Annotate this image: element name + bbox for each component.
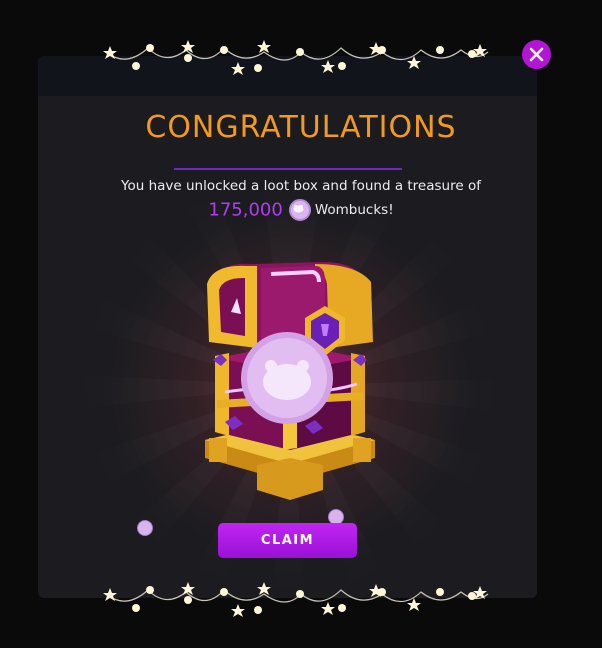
reward-amount-line: 175,000 Wombucks! bbox=[0, 199, 602, 221]
congratulations-title: CONGRATULATIONS bbox=[145, 110, 457, 145]
title-divider bbox=[174, 168, 402, 170]
close-button[interactable] bbox=[522, 40, 551, 69]
string-lights-top bbox=[103, 40, 489, 75]
floating-coin-icon bbox=[137, 520, 153, 536]
string-lights-bottom bbox=[103, 582, 489, 617]
close-icon bbox=[529, 47, 544, 62]
game-screen: CONGRATULATIONS You have unlocked a loot… bbox=[0, 0, 602, 648]
claim-button[interactable]: CLAIM bbox=[218, 523, 357, 558]
reward-amount: 175,000 bbox=[208, 199, 283, 221]
reward-message: You have unlocked a loot box and found a… bbox=[121, 178, 481, 194]
treasure-chest-icon bbox=[205, 262, 375, 500]
currency-name: Wombucks! bbox=[314, 202, 394, 218]
wombat-coin-icon bbox=[288, 199, 311, 221]
